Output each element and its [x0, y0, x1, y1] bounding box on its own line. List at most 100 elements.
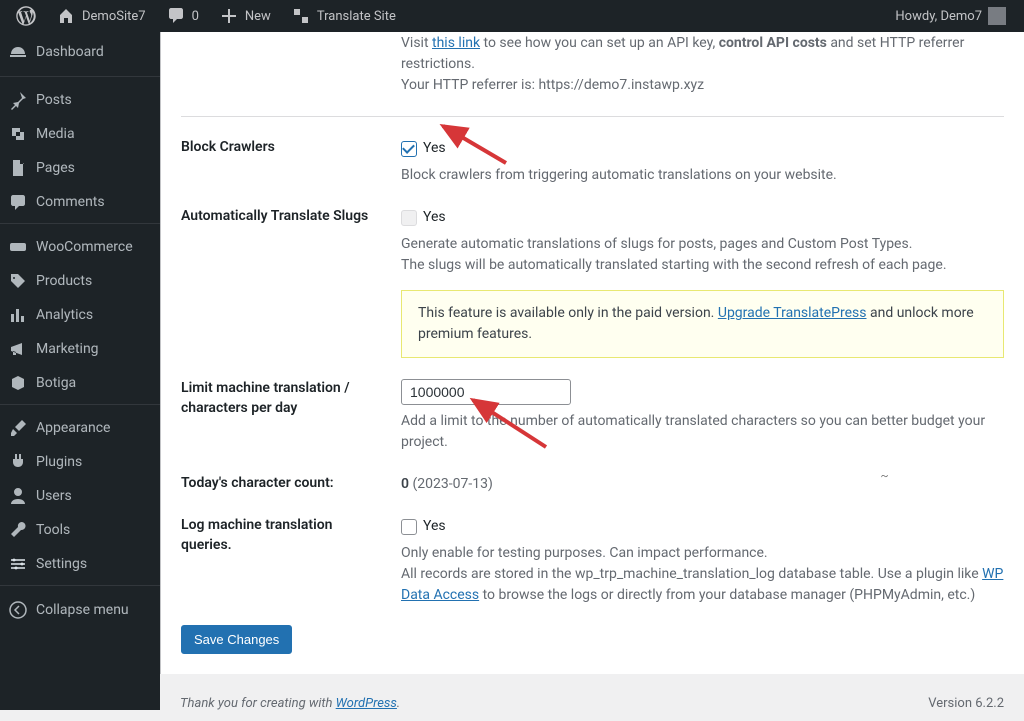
comments-shortcut[interactable]: 0	[156, 0, 209, 32]
sidebar-item-pages[interactable]: Pages	[0, 151, 160, 185]
sidebar-item-dashboard[interactable]: Dashboard	[0, 32, 160, 72]
label-block-crawlers: Block Crawlers	[181, 138, 401, 186]
sidebar-item-posts[interactable]: Posts	[0, 83, 160, 117]
woocommerce-icon	[8, 237, 28, 257]
sidebar-item-users[interactable]: Users	[0, 479, 160, 513]
wp-logo[interactable]	[6, 0, 46, 32]
row-char-count: Today's character count: 0 (2023-07-13)	[181, 453, 1004, 495]
sidebar-separator	[0, 219, 160, 224]
char-count-value: 0	[401, 476, 409, 492]
sidebar-settings-label: Settings	[36, 556, 87, 572]
sidebar-users-label: Users	[36, 488, 72, 504]
plugin-icon	[8, 452, 28, 472]
row-block-crawlers: Block Crawlers Yes Block crawlers from t…	[181, 117, 1004, 186]
sidebar-media-label: Media	[36, 126, 75, 142]
main: Visit this link to see how you can set u…	[160, 0, 1024, 721]
label-char-count: Today's character count:	[181, 474, 401, 495]
brush-icon	[8, 418, 28, 438]
save-changes-button[interactable]: Save Changes	[181, 625, 292, 654]
comments-count: 0	[192, 9, 199, 24]
sidebar-dashboard-label: Dashboard	[36, 44, 104, 60]
collapse-menu[interactable]: Collapse menu	[0, 592, 160, 628]
translate-site[interactable]: Translate Site	[281, 0, 406, 32]
log-queries-yes: Yes	[423, 516, 446, 537]
sidebar-separator	[0, 581, 160, 586]
admin-bar: DemoSite7 0 New Translate Site Howdy, De…	[0, 0, 1024, 32]
sidebar-pages-label: Pages	[36, 160, 75, 176]
version-text: Version 6.2.2	[928, 696, 1004, 711]
translate-label: Translate Site	[317, 9, 396, 24]
collapse-label: Collapse menu	[36, 602, 129, 618]
sidebar-item-plugins[interactable]: Plugins	[0, 445, 160, 479]
upgrade-link[interactable]: Upgrade TranslatePress	[718, 305, 867, 321]
botiga-icon	[8, 373, 28, 393]
dashboard-icon	[8, 42, 28, 62]
log-queries-desc2: All records are stored in the wp_trp_mac…	[401, 564, 1004, 606]
api-setup-link[interactable]: this link	[432, 35, 480, 51]
sidebar-appearance-label: Appearance	[36, 420, 110, 436]
sidebar-plugins-label: Plugins	[36, 454, 82, 470]
sidebar-botiga-label: Botiga	[36, 375, 76, 391]
visit-site[interactable]: DemoSite7	[46, 0, 156, 32]
sidebar-item-botiga[interactable]: Botiga	[0, 366, 160, 400]
sidebar-item-settings[interactable]: Settings	[0, 547, 160, 581]
wrench-icon	[8, 520, 28, 540]
translate-icon	[291, 6, 311, 26]
wordpress-link[interactable]: WordPress	[336, 696, 397, 711]
products-icon	[8, 271, 28, 291]
sidebar-separator	[0, 72, 160, 77]
analytics-icon	[8, 305, 28, 325]
auto-slugs-checkbox	[401, 210, 417, 226]
auto-slugs-yes: Yes	[423, 207, 446, 228]
new-content[interactable]: New	[209, 0, 281, 32]
pin-icon	[8, 90, 28, 110]
sidebar-item-products[interactable]: Products	[0, 264, 160, 298]
log-queries-desc1: Only enable for testing purposes. Can im…	[401, 543, 1004, 564]
my-account[interactable]: Howdy, Demo7	[885, 0, 1016, 32]
sidebar-item-media[interactable]: Media	[0, 117, 160, 151]
block-crawlers-checkbox[interactable]	[401, 141, 417, 157]
log-queries-option[interactable]: Yes	[401, 516, 1004, 537]
http-referrer-line: Your HTTP referrer is: https://demo7.ins…	[401, 77, 704, 93]
label-limit-chars: Limit machine translation / characters p…	[181, 379, 401, 453]
content: Visit this link to see how you can set u…	[160, 32, 1024, 674]
admin-sidebar: Dashboard Posts Media Pages Comments Woo…	[0, 32, 160, 710]
block-crawlers-yes: Yes	[423, 138, 446, 159]
sidebar-item-comments[interactable]: Comments	[0, 185, 160, 219]
upgrade-notice: This feature is available only in the pa…	[401, 290, 1004, 358]
row-auto-slugs: Automatically Translate Slugs Yes Genera…	[181, 186, 1004, 358]
plus-icon	[219, 6, 239, 26]
sidebar-item-marketing[interactable]: Marketing	[0, 332, 160, 366]
auto-slugs-desc1: Generate automatic translations of slugs…	[401, 234, 1004, 255]
row-limit-chars: Limit machine translation / characters p…	[181, 358, 1004, 453]
auto-slugs-desc2: The slugs will be automatically translat…	[401, 255, 1004, 276]
user-icon	[8, 486, 28, 506]
sidebar-comments-label: Comments	[36, 194, 105, 210]
home-icon	[56, 6, 76, 26]
sidebar-marketing-label: Marketing	[36, 341, 99, 357]
sidebar-analytics-label: Analytics	[36, 307, 93, 323]
sidebar-products-label: Products	[36, 273, 92, 289]
avatar	[988, 7, 1006, 25]
log-queries-checkbox[interactable]	[401, 519, 417, 535]
sidebar-item-appearance[interactable]: Appearance	[0, 411, 160, 445]
megaphone-icon	[8, 339, 28, 359]
limit-chars-input[interactable]	[401, 379, 571, 405]
greeting: Howdy, Demo7	[895, 9, 982, 24]
block-crawlers-desc: Block crawlers from triggering automatic…	[401, 165, 1004, 186]
sidebar-item-tools[interactable]: Tools	[0, 513, 160, 547]
api-key-help: Visit this link to see how you can set u…	[401, 33, 1004, 96]
char-count-date: (2023-07-13)	[409, 476, 493, 492]
settings-icon	[8, 554, 28, 574]
comment-icon	[8, 192, 28, 212]
sidebar-item-woocommerce[interactable]: WooCommerce	[0, 230, 160, 264]
sidebar-separator	[0, 400, 160, 405]
sidebar-posts-label: Posts	[36, 92, 72, 108]
block-crawlers-option[interactable]: Yes	[401, 138, 1004, 159]
sidebar-item-analytics[interactable]: Analytics	[0, 298, 160, 332]
admin-footer: Thank you for creating with WordPress. V…	[160, 674, 1024, 721]
auto-slugs-option: Yes	[401, 207, 1004, 228]
page-icon	[8, 158, 28, 178]
label-log-queries: Log machine translation queries.	[181, 516, 401, 606]
new-label: New	[245, 9, 271, 24]
